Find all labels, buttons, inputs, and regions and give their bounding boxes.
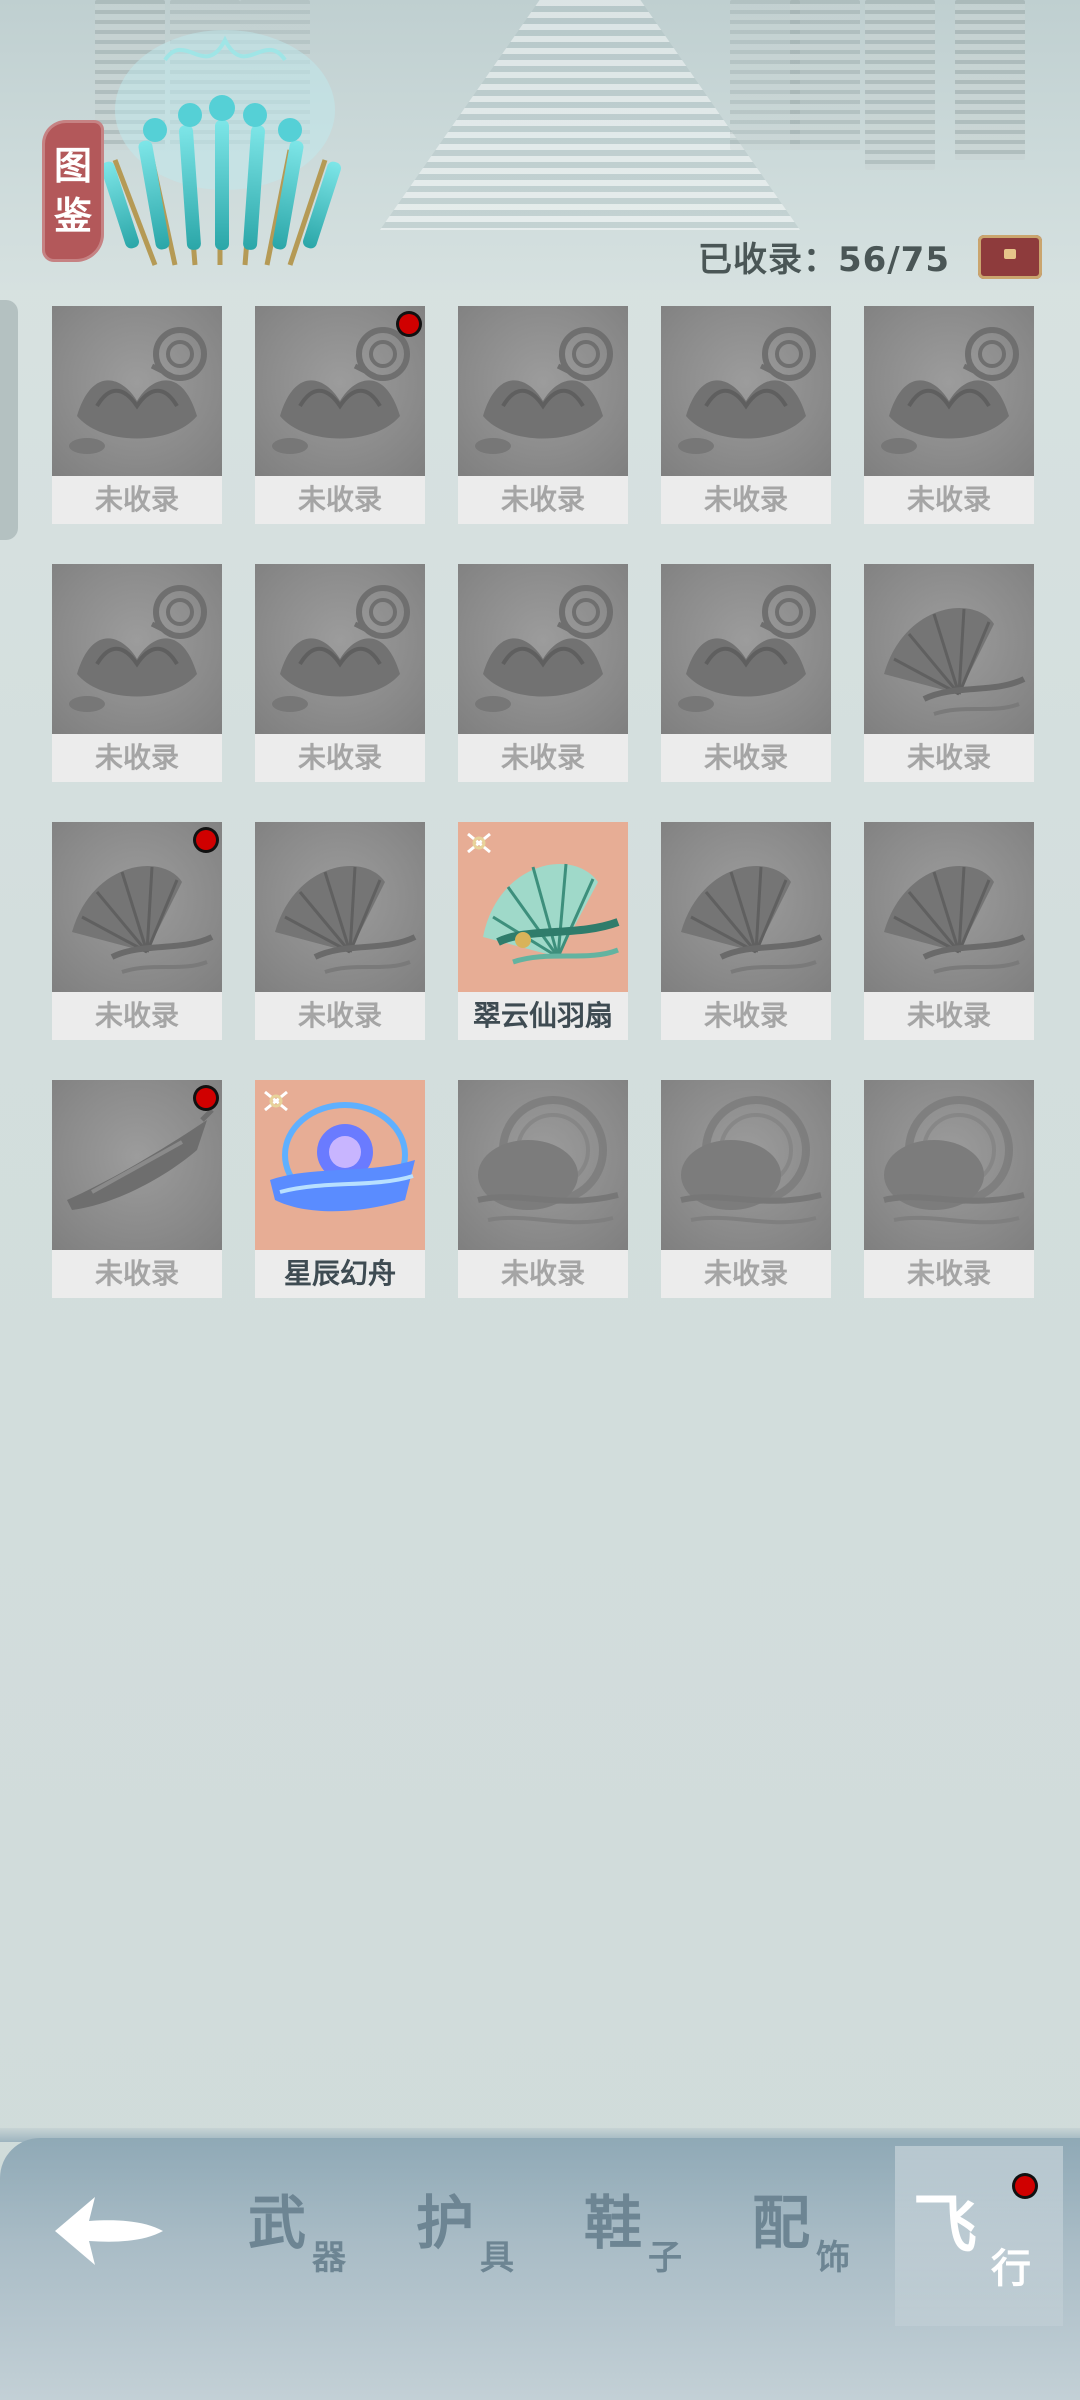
rarity-rune-icon <box>467 832 491 854</box>
item-label: 未收录 <box>661 476 831 524</box>
tab-flight-sublabel: 行 <box>991 2245 1031 2292</box>
item-thumbnail <box>661 822 831 992</box>
item-card-locked[interactable]: 未收录 <box>458 1080 628 1298</box>
item-label: 翠云仙羽扇 <box>458 992 628 1040</box>
item-card-locked[interactable]: 未收录 <box>661 1080 831 1298</box>
notification-dot <box>399 314 419 334</box>
chest-icon[interactable] <box>978 235 1042 279</box>
item-card-locked[interactable]: 未收录 <box>52 822 222 1040</box>
rarity-rune-icon <box>264 1090 288 1112</box>
item-label: 未收录 <box>458 734 628 782</box>
item-label: 未收录 <box>864 992 1034 1040</box>
item-thumbnail <box>864 306 1034 476</box>
title-char: 图 <box>53 144 92 188</box>
hanging-scroll-decoration <box>955 0 1025 160</box>
tab-shoes[interactable]: 鞋 子 <box>584 2170 754 2310</box>
tab-shoes-sublabel: 子 <box>648 2238 682 2278</box>
notification-dot <box>1015 2176 1035 2196</box>
tab-flight[interactable]: 飞 行 <box>895 2146 1063 2326</box>
item-thumbnail <box>52 564 222 734</box>
item-card-locked[interactable]: 未收录 <box>864 822 1034 1040</box>
item-thumbnail <box>52 822 222 992</box>
item-card-locked[interactable]: 未收录 <box>661 564 831 782</box>
item-label: 未收录 <box>864 476 1034 524</box>
header-banner: 图 鉴 已收录：56/75 <box>0 0 1080 290</box>
tab-armor-sublabel: 具 <box>480 2238 514 2278</box>
fan-artifact-illustration <box>100 30 342 266</box>
item-label: 未收录 <box>458 1250 628 1298</box>
item-thumbnail <box>458 1080 628 1250</box>
item-card-collected[interactable]: 翠云仙羽扇 <box>458 822 628 1040</box>
item-card-locked[interactable]: 未收录 <box>255 306 425 524</box>
item-label: 未收录 <box>864 1250 1034 1298</box>
notification-dot <box>196 1088 216 1108</box>
item-thumbnail <box>255 1080 425 1250</box>
side-drawer-handle[interactable] <box>0 300 18 540</box>
item-card-locked[interactable]: 未收录 <box>52 1080 222 1298</box>
tab-accessories-sublabel: 饰 <box>816 2238 850 2278</box>
back-button[interactable] <box>44 2186 174 2276</box>
tab-shoes-label: 鞋 <box>584 2189 643 2257</box>
item-card-locked[interactable]: 未收录 <box>661 822 831 1040</box>
item-card-locked[interactable]: 未收录 <box>864 564 1034 782</box>
item-label: 未收录 <box>52 992 222 1040</box>
tab-accessories-label: 配 <box>752 2189 811 2257</box>
tab-weapons-label: 武 <box>248 2189 307 2257</box>
item-thumbnail <box>255 564 425 734</box>
item-thumbnail <box>661 306 831 476</box>
item-thumbnail <box>864 822 1034 992</box>
item-card-collected[interactable]: 星辰幻舟 <box>255 1080 425 1298</box>
item-card-locked[interactable]: 未收录 <box>458 564 628 782</box>
tab-weapons[interactable]: 武 器 <box>248 2170 418 2310</box>
item-label: 星辰幻舟 <box>255 1250 425 1298</box>
tab-armor-label: 护 <box>416 2189 475 2257</box>
tab-armor[interactable]: 护 具 <box>416 2170 586 2310</box>
item-thumbnail <box>864 1080 1034 1250</box>
item-label: 未收录 <box>52 734 222 782</box>
hanging-scroll-decoration <box>865 0 935 170</box>
item-label: 未收录 <box>661 992 831 1040</box>
item-thumbnail <box>458 564 628 734</box>
tab-weapons-sublabel: 器 <box>312 2238 346 2278</box>
collected-count: 已收录：56/75 <box>697 240 950 280</box>
tab-flight-label: 飞 <box>913 2188 977 2263</box>
item-card-locked[interactable]: 未收录 <box>52 564 222 782</box>
item-label: 未收录 <box>52 1250 222 1298</box>
item-label: 未收录 <box>661 734 831 782</box>
item-card-locked[interactable]: 未收录 <box>458 306 628 524</box>
notification-dot <box>196 830 216 850</box>
item-thumbnail <box>458 306 628 476</box>
item-label: 未收录 <box>255 476 425 524</box>
item-grid: 未收录 未收录 未收录 未收录 未收录 未收录 未收录 未收录 未收录 未收录 未收录 未收录 翠云仙羽… <box>52 306 1034 1298</box>
hanging-scroll-decoration <box>790 0 860 150</box>
item-card-locked[interactable]: 未收录 <box>864 1080 1034 1298</box>
item-label: 未收录 <box>52 476 222 524</box>
item-label: 未收录 <box>661 1250 831 1298</box>
item-thumbnail <box>661 1080 831 1250</box>
item-card-locked[interactable]: 未收录 <box>255 564 425 782</box>
item-thumbnail <box>255 306 425 476</box>
item-label: 未收录 <box>864 734 1034 782</box>
back-arrow-icon <box>55 2197 163 2265</box>
item-label: 未收录 <box>255 734 425 782</box>
item-thumbnail <box>255 822 425 992</box>
title-char: 鉴 <box>53 194 92 238</box>
item-card-locked[interactable]: 未收录 <box>661 306 831 524</box>
item-thumbnail <box>52 306 222 476</box>
item-thumbnail <box>864 564 1034 734</box>
item-card-locked[interactable]: 未收录 <box>255 822 425 1040</box>
item-thumbnail <box>52 1080 222 1250</box>
item-card-locked[interactable]: 未收录 <box>52 306 222 524</box>
item-label: 未收录 <box>255 992 425 1040</box>
item-thumbnail <box>458 822 628 992</box>
item-thumbnail <box>661 564 831 734</box>
item-card-locked[interactable]: 未收录 <box>864 306 1034 524</box>
collection-title-badge: 图 鉴 <box>42 120 104 262</box>
item-label: 未收录 <box>458 476 628 524</box>
